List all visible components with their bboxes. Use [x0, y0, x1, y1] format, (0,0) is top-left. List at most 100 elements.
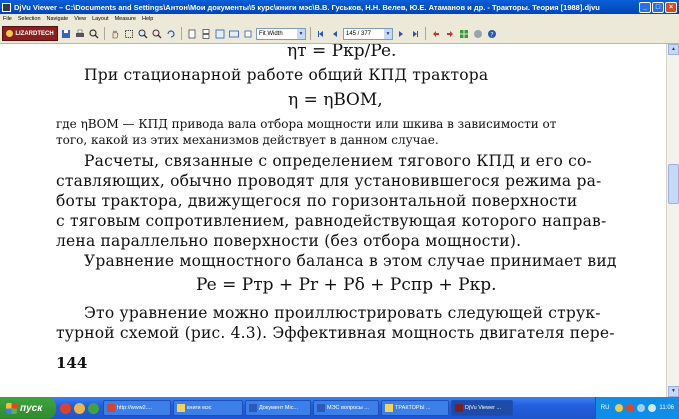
- menu-view[interactable]: View: [74, 16, 86, 22]
- window-title-bar[interactable]: DjVu Viewer – C:\Documents and Settings\…: [0, 0, 679, 14]
- messenger-icon[interactable]: [88, 402, 99, 414]
- chevron-down-icon[interactable]: ▼: [297, 28, 305, 39]
- taskbar-item-label: Документ Mic...: [259, 405, 299, 411]
- single-page-icon[interactable]: [186, 28, 198, 40]
- logo-text: LIZARDTECH: [15, 30, 54, 37]
- system-tray: RU 11:06: [594, 397, 679, 419]
- djvu-app-icon: [2, 2, 11, 12]
- taskbar: пуск http://www2.... книги мэс Документ …: [0, 397, 679, 419]
- toolbar-separator: [425, 27, 426, 40]
- rotate-icon[interactable]: [165, 28, 177, 40]
- taskbar-item-label: ТРАКТОРЫ ...: [395, 405, 431, 411]
- scroll-down-icon[interactable]: ▼: [668, 386, 679, 397]
- paragraph-line: Расчеты, связанные с определением тягово…: [84, 152, 592, 170]
- formula-traction-efficiency: ηт = Pкр/Pe.: [287, 44, 397, 61]
- forward-icon[interactable]: [444, 28, 456, 40]
- fit-page-icon[interactable]: [214, 28, 226, 40]
- toolbar-separator: [104, 27, 105, 40]
- lizardtech-logo[interactable]: LIZARDTECH: [2, 26, 58, 41]
- taskbar-item-browser[interactable]: http://www2....: [103, 400, 171, 416]
- menu-bar: File Selection Navigate View Layout Meas…: [0, 14, 679, 24]
- toolbar-separator: [310, 27, 311, 40]
- menu-selection[interactable]: Selection: [18, 16, 41, 22]
- document-view[interactable]: ηт = Pкр/Pe. При стационарной работе общ…: [0, 44, 666, 397]
- word-icon: [249, 404, 257, 412]
- menu-measure[interactable]: Measure: [115, 16, 136, 22]
- paragraph-line: боты трактора, движущегося по горизонтал…: [56, 192, 578, 210]
- save-icon[interactable]: [60, 28, 72, 40]
- close-button[interactable]: ×: [665, 1, 677, 13]
- paragraph-line: ставляющих, обычно проводят для установи…: [56, 172, 602, 190]
- minimize-button[interactable]: _: [639, 1, 651, 13]
- paragraph-line: Это уравнение можно проиллюстрировать сл…: [84, 304, 601, 322]
- paragraph-line: с тяговым сопротивлением, равнодействующ…: [56, 212, 607, 230]
- page-indicator: 145 / 377: [346, 30, 372, 37]
- taskbar-item-label: книги мэс: [187, 405, 212, 411]
- paragraph-line: турной схемой (рис. 4.3). Эффективная мо…: [56, 324, 615, 342]
- footnote-line: того, какой из этих механизмов действует…: [56, 133, 439, 147]
- continuous-page-icon[interactable]: [200, 28, 212, 40]
- toolbar-separator: [181, 27, 182, 40]
- word-icon: [317, 404, 325, 412]
- zoom-in-icon[interactable]: [137, 28, 149, 40]
- thumbnails-icon[interactable]: [458, 28, 470, 40]
- volume-icon[interactable]: [648, 404, 657, 412]
- taskbar-item-label: http://www2....: [117, 405, 152, 411]
- window-title: DjVu Viewer – C:\Documents and Settings\…: [14, 2, 600, 12]
- menu-help[interactable]: Help: [142, 16, 153, 22]
- fit-width-icon[interactable]: [228, 28, 240, 40]
- menu-navigate[interactable]: Navigate: [47, 16, 69, 22]
- previous-page-icon[interactable]: [329, 28, 341, 40]
- taskbar-item-label: МЭС вопросы ...: [327, 405, 369, 411]
- hand-tool-icon[interactable]: [109, 28, 121, 40]
- vertical-scrollbar[interactable]: ▲ ▼: [666, 44, 679, 397]
- taskbar-item-folder-2[interactable]: ТРАКТОРЫ ...: [381, 400, 449, 416]
- page-number: 144: [56, 354, 88, 372]
- taskbar-item-folder[interactable]: книги мэс: [173, 400, 243, 416]
- paragraph-line: лена параллельно поверхности (без отбора…: [56, 232, 522, 250]
- djvu-app-icon: [455, 404, 463, 412]
- find-icon[interactable]: [88, 28, 100, 40]
- start-label: пуск: [20, 402, 43, 414]
- scrollbar-thumb[interactable]: [668, 164, 679, 204]
- opera-icon[interactable]: [60, 402, 71, 414]
- footnote-line: где ηВОМ — КПД привода вала отбора мощно…: [56, 117, 557, 131]
- taskbar-item-word[interactable]: Документ Mic...: [245, 400, 311, 416]
- first-page-icon[interactable]: [315, 28, 327, 40]
- page-select[interactable]: 145 / 377 ▼: [343, 27, 393, 40]
- browser-icon: [107, 404, 115, 412]
- network-icon[interactable]: [637, 404, 646, 412]
- media-player-icon[interactable]: [74, 402, 85, 414]
- info-icon[interactable]: [472, 28, 484, 40]
- menu-file[interactable]: File: [3, 16, 12, 22]
- language-indicator[interactable]: RU: [601, 405, 610, 411]
- paragraph-line: Уравнение мощностного баланса в этом слу…: [84, 252, 617, 270]
- maximize-button[interactable]: □: [652, 1, 664, 13]
- last-page-icon[interactable]: [409, 28, 421, 40]
- scroll-up-icon[interactable]: ▲: [668, 44, 679, 55]
- taskbar-item-label: DjVu Viewer ...: [465, 405, 502, 411]
- next-page-icon[interactable]: [395, 28, 407, 40]
- chevron-down-icon[interactable]: ▼: [384, 28, 392, 39]
- folder-icon: [177, 404, 185, 412]
- print-icon[interactable]: [74, 28, 86, 40]
- clock[interactable]: 11:06: [659, 405, 674, 411]
- menu-layout[interactable]: Layout: [92, 16, 109, 22]
- zoom-select-value: Fit Width: [259, 30, 283, 37]
- windows-flag-icon: [6, 402, 17, 414]
- back-icon[interactable]: [430, 28, 442, 40]
- actual-size-icon[interactable]: [242, 28, 254, 40]
- taskbar-item-djvu-viewer[interactable]: DjVu Viewer ...: [451, 400, 513, 416]
- tray-icon[interactable]: [615, 404, 624, 412]
- zoom-select[interactable]: Fit Width ▼: [256, 27, 306, 40]
- select-tool-icon[interactable]: [123, 28, 135, 40]
- taskbar-item-word-2[interactable]: МЭС вопросы ...: [313, 400, 379, 416]
- antivirus-icon[interactable]: [626, 404, 635, 412]
- folder-icon: [385, 404, 393, 412]
- formula-power-balance: Pe = Pтр + Pr + Pδ + Pспр + Pкр.: [196, 275, 497, 295]
- zoom-out-icon[interactable]: [151, 28, 163, 40]
- toolbar: LIZARDTECH Fit Width ▼ 145 / 377 ▼ ?: [0, 24, 679, 44]
- help-icon[interactable]: ?: [486, 28, 498, 40]
- text-line: При стационарной работе общий КПД тракто…: [84, 66, 489, 84]
- start-button[interactable]: пуск: [0, 397, 56, 419]
